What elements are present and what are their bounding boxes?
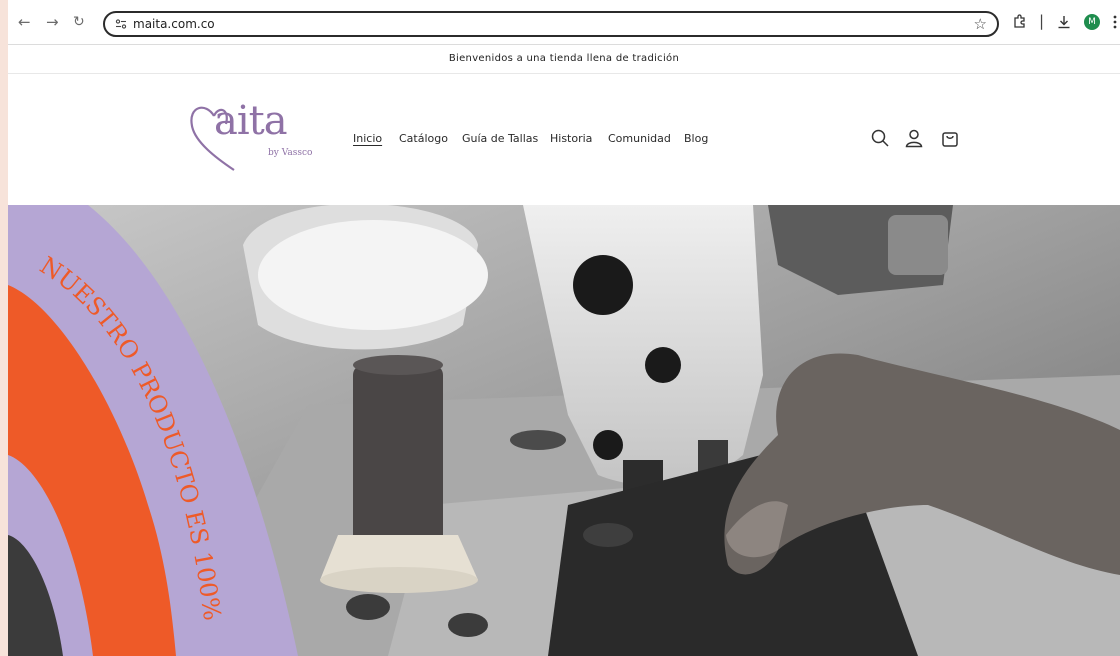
address-bar[interactable]: maita.com.co ☆ [103,11,999,37]
nav-item-blog[interactable]: Blog [684,132,708,145]
nav-item-historia[interactable]: Historia [550,132,592,145]
profile-avatar[interactable]: M [1084,14,1100,30]
browser-window: ← → ↻ maita.com.co ☆ | M Bienvenidos a u… [8,0,1120,656]
extensions-icon[interactable] [1012,14,1028,30]
hero-banner: NUESTRO PRODUCTO ES 100% [8,205,1120,656]
nav-item-catalogo[interactable]: Catálogo [399,132,448,145]
toolbar-divider: | [1039,12,1045,30]
nav-item-inicio[interactable]: Inicio [353,132,382,145]
brand-name: aita [214,98,288,144]
site-info-icon[interactable] [115,18,127,30]
reload-icon[interactable]: ↻ [73,14,85,30]
nav-item-comunidad[interactable]: Comunidad [608,132,671,145]
bookmark-star-icon[interactable]: ☆ [974,15,987,33]
announcement-bar: Bienvenidos a una tienda llena de tradic… [8,45,1120,74]
nav-item-guia-de-tallas[interactable]: Guía de Tallas [462,132,538,145]
hero-photo: NUESTRO PRODUCTO ES 100% [8,205,1120,656]
browser-toolbar: ← → ↻ maita.com.co ☆ | M [8,0,1120,45]
download-icon[interactable] [1056,14,1072,30]
account-icon[interactable] [904,128,924,148]
search-icon[interactable] [870,128,890,148]
back-icon[interactable]: ← [18,14,31,30]
site-header: aita by Vassco Inicio Catálogo Guía de T… [8,74,1120,204]
menu-kebab-icon[interactable] [1112,14,1118,30]
cart-icon[interactable] [940,128,960,148]
url-text[interactable]: maita.com.co [133,17,215,31]
brand-tagline: by Vassco [268,148,313,158]
forward-icon[interactable]: → [46,14,59,30]
brand-logo[interactable]: aita by Vassco [186,96,326,176]
